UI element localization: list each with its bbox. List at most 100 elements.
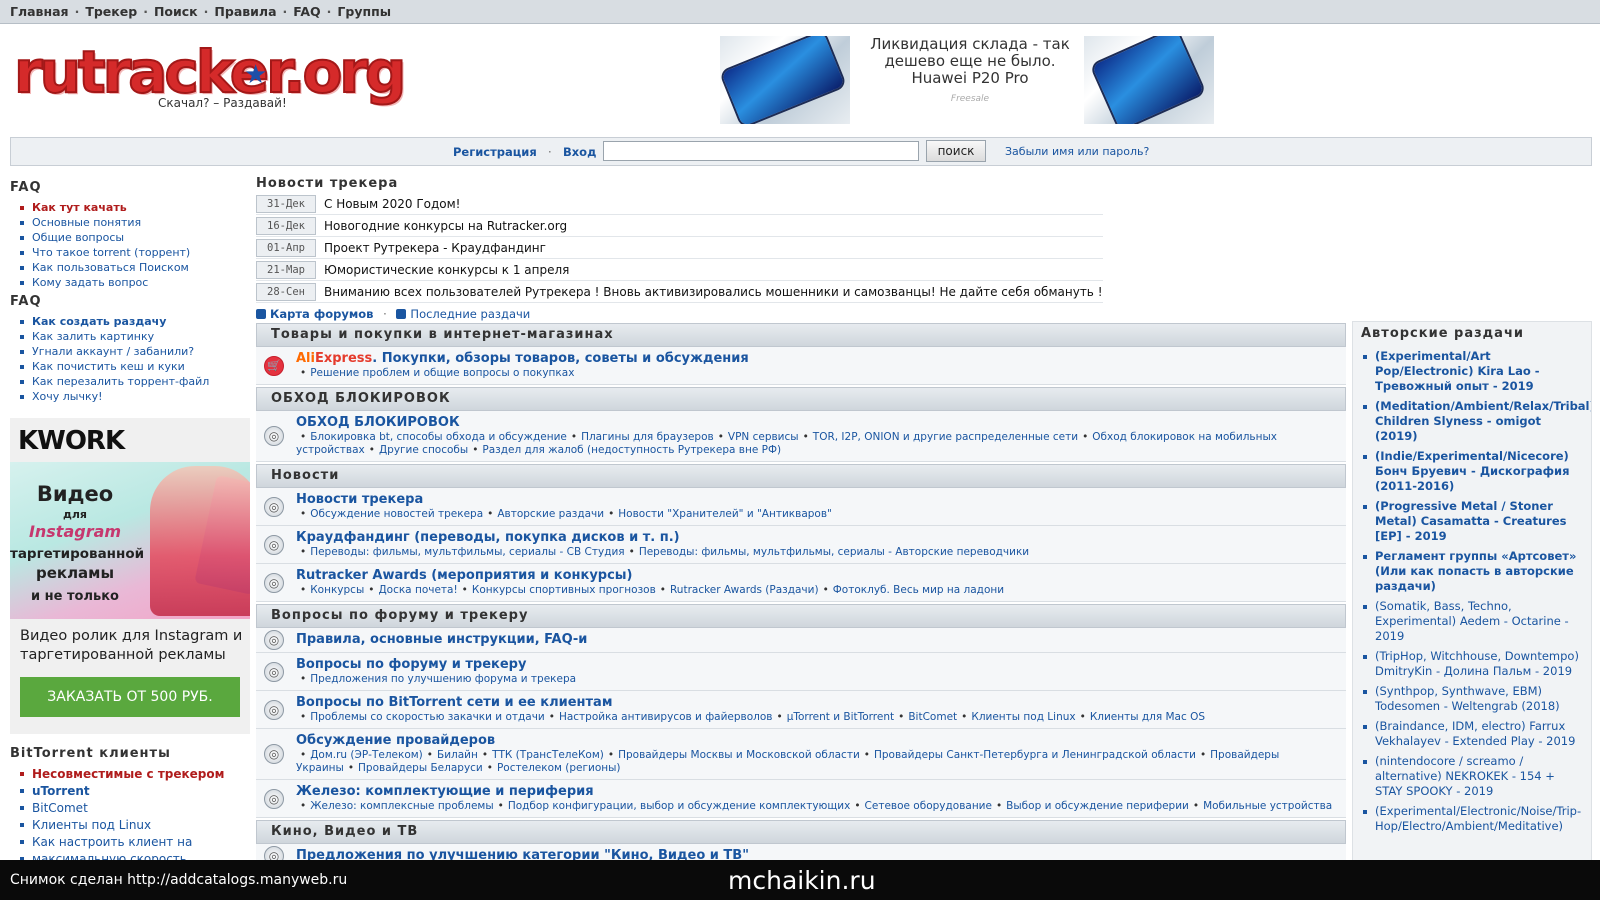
forum-title[interactable]: Железо: комплектующие и периферия <box>296 783 1342 800</box>
news-title[interactable]: Вниманию всех пользователей Рутрекера ! … <box>316 280 1103 303</box>
forum-title[interactable]: Правила, основные инструкции, FAQ-и <box>296 631 1342 648</box>
subforum-link[interactable]: Сетевое оборудование <box>865 800 992 812</box>
subforum-link[interactable]: Раздел для жалоб (недоступность Рутрекер… <box>482 444 781 456</box>
sidebar-link[interactable]: Как залить картинку <box>20 329 250 344</box>
subforum-link[interactable]: Клиенты для Mac OS <box>1090 711 1205 723</box>
subforum-link[interactable]: Проблемы со скоростью закачки и отдачи <box>310 711 545 723</box>
kwork-ad[interactable]: KWORK Видео для Instagram таргетированно… <box>10 418 250 734</box>
sidebar-link[interactable]: Что такое torrent (торрент) <box>20 245 250 260</box>
subforum-link[interactable]: Фотоклуб. Весь мир на ладони <box>833 584 1004 596</box>
release-item[interactable]: Регламент группы «Артсовет» (Или как поп… <box>1363 549 1585 594</box>
category-header[interactable]: Товары и покупки в интернет-магазинах <box>256 323 1346 347</box>
release-item[interactable]: (Indie/Experimental/Nicecore) Бонч Бруев… <box>1363 449 1585 494</box>
forum-title[interactable]: ОБХОД БЛОКИРОВОК <box>296 414 1342 431</box>
sidebar-link[interactable]: Как пользоваться Поиском <box>20 260 250 275</box>
forum-title[interactable]: AliExpress. Покупки, обзоры товаров, сов… <box>296 350 1342 367</box>
register-link[interactable]: Регистрация <box>453 145 537 159</box>
subforum-link[interactable]: Железо: комплексные проблемы <box>310 800 493 812</box>
sidebar-link[interactable]: Хочу лычку! <box>20 389 250 404</box>
nav-link[interactable]: Трекер <box>85 4 137 19</box>
subforum-link[interactable]: Мобильные устройства <box>1203 800 1332 812</box>
news-title[interactable]: С Новым 2020 Годом! <box>316 193 1103 215</box>
nav-link[interactable]: FAQ <box>293 4 320 19</box>
subforum-link[interactable]: µTorrent и BitTorrent <box>787 711 894 723</box>
sidebar-link[interactable]: Как почистить кеш и куки <box>20 359 250 374</box>
sidebar-link[interactable]: Клиенты под Linux <box>20 817 250 834</box>
sidebar-link[interactable]: Как перезалить торрент-файл <box>20 374 250 389</box>
subforum-link[interactable]: Провайдеры Беларуси <box>358 762 483 774</box>
sidebar-link[interactable]: Как настроить клиент на <box>20 834 250 851</box>
subforum-link[interactable]: Rutracker Awards (Раздачи) <box>670 584 819 596</box>
ad-banner[interactable]: Ликвидация склада - так дешево еще не бы… <box>720 36 1214 124</box>
sidebar-link[interactable]: Угнали аккаунт / забанили? <box>20 344 250 359</box>
subforum-link[interactable]: Предложения по улучшению форума и трекер… <box>310 673 576 685</box>
subforum-link[interactable]: Плагины для браузеров <box>581 431 714 443</box>
subforum-link[interactable]: Доска почета! <box>378 584 457 596</box>
subforum-link[interactable]: Выбор и обсуждение периферии <box>1006 800 1189 812</box>
category-header[interactable]: Вопросы по форуму и трекеру <box>256 604 1346 628</box>
subforum-link[interactable]: Дом.ru (ЭР-Телеком) <box>310 749 423 761</box>
sidebar-link[interactable]: Как тут качать <box>20 200 250 215</box>
forum-title[interactable]: Вопросы по BitTorrent сети и ее клиентам <box>296 694 1342 711</box>
category-header[interactable]: ОБХОД БЛОКИРОВОК <box>256 387 1346 411</box>
subforum-link[interactable]: Настройка антивирусов и файерволов <box>559 711 773 723</box>
subforum-link[interactable]: Клиенты под Linux <box>971 711 1075 723</box>
news-title[interactable]: Новогодние конкурсы на Rutracker.org <box>316 214 1103 237</box>
release-item[interactable]: (Braindance, IDM, electro) Farrux Vekhal… <box>1363 719 1585 749</box>
release-item[interactable]: (Synthpop, Synthwave, EBM) Todesomen - W… <box>1363 684 1585 714</box>
subforum-link[interactable]: Переводы: фильмы, мультфильмы, сериалы -… <box>639 546 1029 558</box>
kwork-order-button[interactable]: ЗАКАЗАТЬ ОТ 500 РУБ. <box>20 677 240 717</box>
subforum-link[interactable]: Провайдеры Москвы и Московской области <box>618 749 860 761</box>
category-header[interactable]: Кино, Видео и ТВ <box>256 820 1346 844</box>
subforum-link[interactable]: Обсуждение новостей трекера <box>310 508 483 520</box>
subforum-link[interactable]: Решение проблем и общие вопросы о покупк… <box>310 367 574 379</box>
forgot-password-link[interactable]: Забыли имя или пароль? <box>1005 145 1149 158</box>
release-item[interactable]: (nintendocore / screamo / alternative) N… <box>1363 754 1585 799</box>
nav-link[interactable]: Правила <box>214 4 276 19</box>
news-title[interactable]: Юмористические конкурсы к 1 апреля <box>316 258 1103 281</box>
forum-title[interactable]: Rutracker Awards (мероприятия и конкурсы… <box>296 567 1342 584</box>
subforum-link[interactable]: BitComet <box>908 711 957 723</box>
forum-title[interactable]: Краудфандинг (переводы, покупка дисков и… <box>296 529 1342 546</box>
subforum-link[interactable]: Конкурсы <box>310 584 364 596</box>
release-item[interactable]: (Meditation/Ambient/Relax/Tribal) Childr… <box>1363 399 1591 444</box>
release-item[interactable]: (Progressive Metal / Stoner Metal) Casam… <box>1363 499 1585 544</box>
category-header[interactable]: Новости <box>256 464 1346 488</box>
search-button[interactable]: поиск <box>926 140 986 162</box>
subforum-link[interactable]: Конкурсы спортивных прогнозов <box>472 584 656 596</box>
subforum-link[interactable]: Блокировка bt, способы обхода и обсужден… <box>310 431 567 443</box>
release-item[interactable]: (Somatik, Bass, Techno, Experimental) Ae… <box>1363 599 1585 644</box>
forum-title[interactable]: Новости трекера <box>296 491 1342 508</box>
sidebar-link[interactable]: Как создать раздачу <box>20 314 250 329</box>
subforum-link[interactable]: TOR, I2P, ONION и другие распределенные … <box>813 431 1078 443</box>
subforum-link[interactable]: Подбор конфигурации, выбор и обсуждение … <box>508 800 850 812</box>
subforum-link[interactable]: ТТК (ТрансТелеКом) <box>492 749 604 761</box>
release-item[interactable]: (Experimental/Electronic/Noise/Trip-Hop/… <box>1363 804 1585 834</box>
site-logo[interactable]: rutracker.org ★ Скачал? – Раздавай! <box>13 37 407 114</box>
forum-map-link[interactable]: Карта форумов <box>270 307 373 321</box>
latest-releases-link[interactable]: Последние раздачи <box>410 307 530 321</box>
subforum-link[interactable]: Ростелеком (регионы) <box>497 762 621 774</box>
nav-link[interactable]: Группы <box>337 4 391 19</box>
subforum-link[interactable]: VPN сервисы <box>728 431 799 443</box>
subforum-link[interactable]: Новости "Хранителей" и "Антикваров" <box>618 508 832 520</box>
forum-title[interactable]: Обсуждение провайдеров <box>296 732 1342 749</box>
release-item[interactable]: (Experimental/Art Pop/Electronic) Kira L… <box>1363 349 1585 394</box>
sidebar-link[interactable]: Кому задать вопрос <box>20 275 250 290</box>
news-title[interactable]: Проект Рутрекера - Краудфандинг <box>316 236 1103 259</box>
subforum-link[interactable]: Билайн <box>437 749 478 761</box>
login-link[interactable]: Вход <box>563 145 596 159</box>
forum-title[interactable]: Вопросы по форуму и трекеру <box>296 656 1342 673</box>
subforum-link[interactable]: Провайдеры Санкт-Петербурга и Ленинградс… <box>874 749 1196 761</box>
sidebar-link[interactable]: uTorrent <box>20 783 250 800</box>
search-input[interactable] <box>603 141 919 161</box>
nav-link[interactable]: Поиск <box>154 4 198 19</box>
sidebar-link[interactable]: BitComet <box>20 800 250 817</box>
subforum-link[interactable]: Авторские раздачи <box>497 508 604 520</box>
nav-link[interactable]: Главная <box>10 4 69 19</box>
sidebar-link[interactable]: Несовместимые с трекером <box>20 766 250 783</box>
subforum-link[interactable]: Переводы: фильмы, мультфильмы, сериалы -… <box>310 546 624 558</box>
release-item[interactable]: (TripHop, Witchhouse, Downtempo) DmitryK… <box>1363 649 1585 679</box>
sidebar-link[interactable]: Общие вопросы <box>20 230 250 245</box>
sidebar-link[interactable]: Основные понятия <box>20 215 250 230</box>
